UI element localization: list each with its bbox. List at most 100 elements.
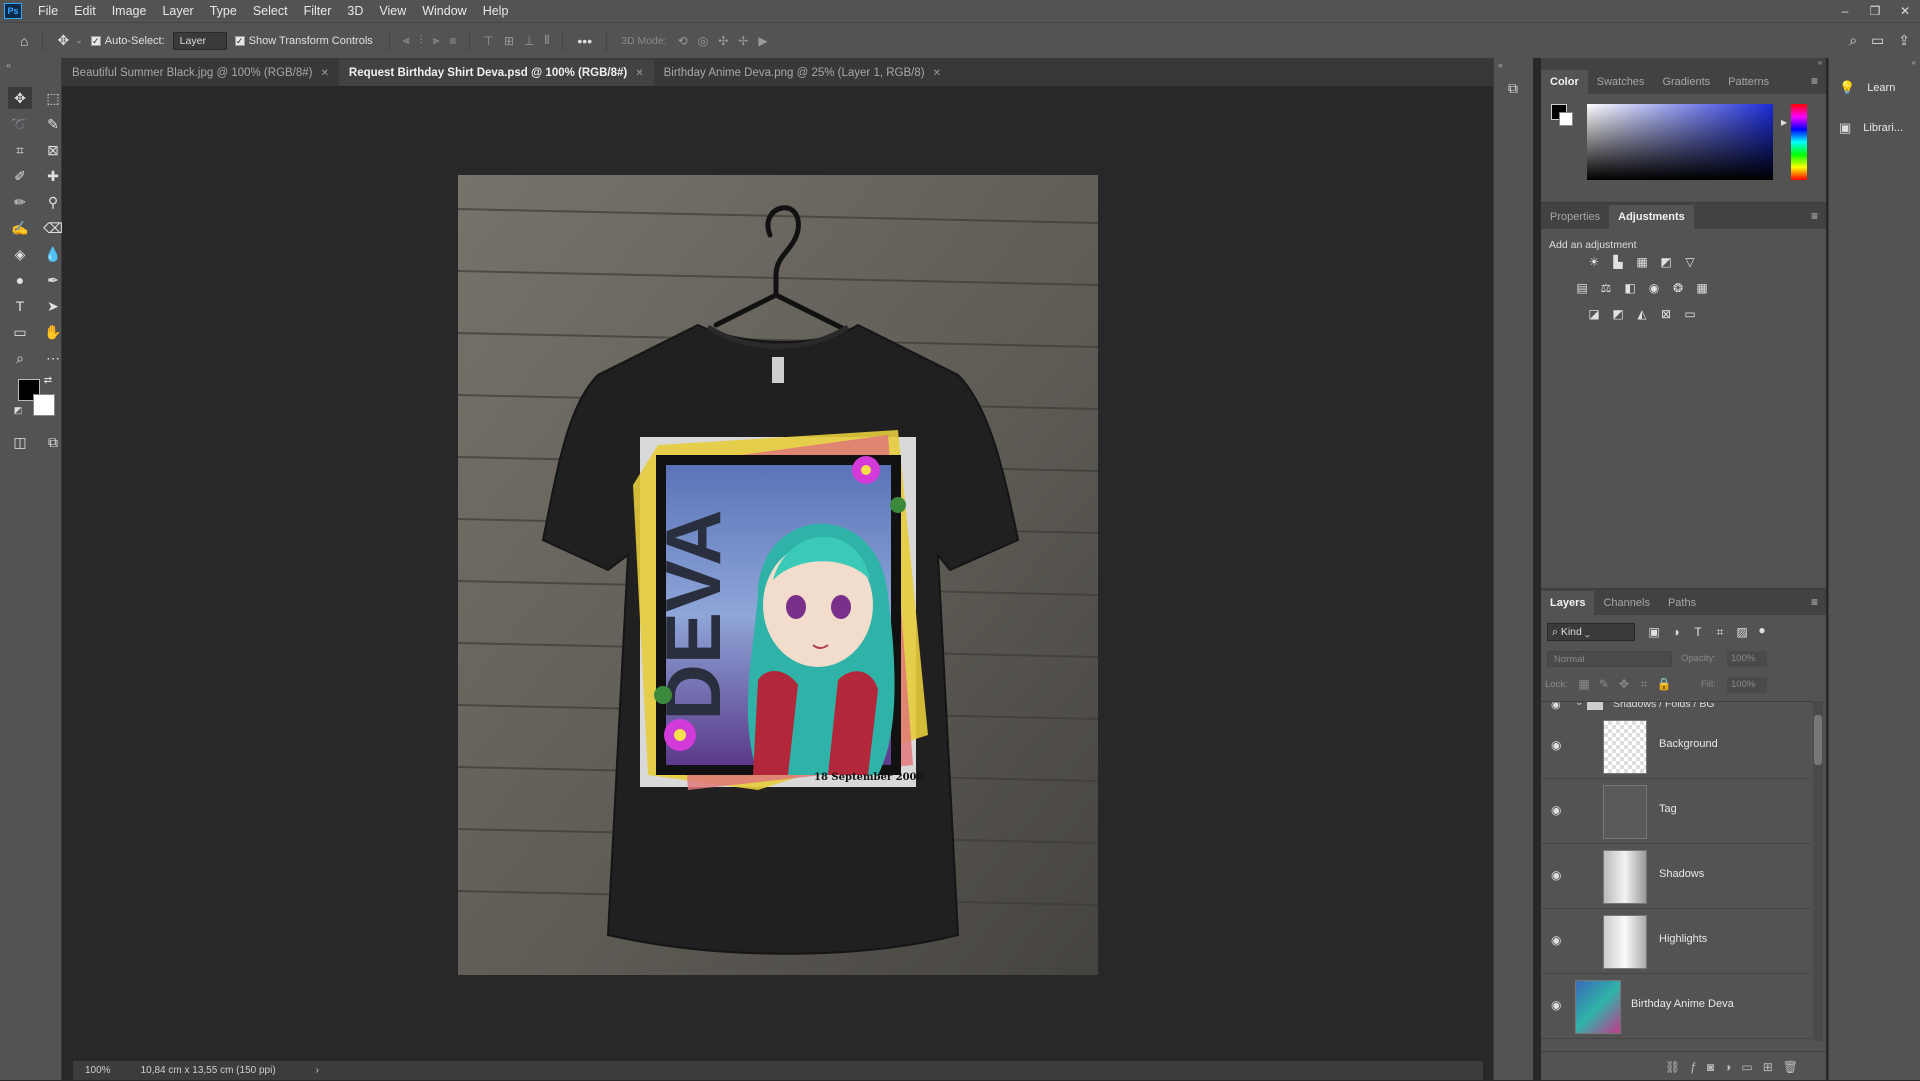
history-brush-tool-icon[interactable]: ✍: [8, 217, 32, 239]
panel-menu-icon[interactable]: ≡: [1811, 209, 1818, 223]
layer-row[interactable]: ◉ Highlights: [1541, 909, 1811, 974]
exposure-icon[interactable]: ◩: [1657, 255, 1675, 271]
close-window-icon[interactable]: ✕: [1890, 0, 1920, 22]
align-left-icon[interactable]: ⫷: [403, 33, 410, 48]
align-bottom-icon[interactable]: ⊥: [524, 34, 534, 48]
layers-scrollbar[interactable]: [1813, 701, 1823, 1041]
3d-slide-icon[interactable]: ✢: [738, 34, 748, 48]
tab-layers[interactable]: Layers: [1541, 591, 1595, 615]
eye-icon[interactable]: ◉: [1551, 998, 1561, 1012]
quick-select-tool-icon[interactable]: ✎: [41, 113, 65, 135]
blur-tool-icon[interactable]: 💧: [41, 243, 65, 265]
close-tab-icon[interactable]: ✕: [321, 68, 329, 79]
background-color-swatch[interactable]: [33, 394, 55, 416]
collapse-toolbar-icon[interactable]: «: [0, 58, 61, 72]
menu-select[interactable]: Select: [245, 0, 296, 22]
menu-help[interactable]: Help: [475, 0, 517, 22]
brightness-icon[interactable]: ☀: [1585, 255, 1603, 271]
more-tools-icon[interactable]: ⋯: [41, 347, 65, 369]
move-tool-icon[interactable]: ✥: [8, 87, 32, 109]
crop-tool-icon[interactable]: ⌗: [8, 139, 32, 161]
tab-properties[interactable]: Properties: [1541, 205, 1609, 229]
filter-toggle-icon[interactable]: ●: [1753, 623, 1771, 639]
curves-icon[interactable]: ▦: [1633, 255, 1651, 271]
tab-color[interactable]: Color: [1541, 70, 1588, 94]
pen-tool-icon[interactable]: ✒: [41, 269, 65, 291]
new-group-icon[interactable]: ▭: [1741, 1060, 1752, 1074]
color-balance-icon[interactable]: ⚖: [1597, 281, 1615, 297]
distribute-icon[interactable]: ≡: [449, 34, 456, 48]
filter-shape-icon[interactable]: ⌗: [1711, 625, 1729, 641]
layer-filter-kind[interactable]: ⌕ Kind ⌄: [1547, 623, 1635, 641]
color-bg-chip[interactable]: [1559, 112, 1573, 126]
layer-group-row[interactable]: ◉ ⌄ Shadows / Folds / BG: [1541, 702, 1811, 714]
black-white-icon[interactable]: ◧: [1621, 281, 1639, 297]
menu-3d[interactable]: 3D: [339, 0, 371, 22]
quick-mask-icon[interactable]: ◫: [8, 431, 32, 453]
vibrance-icon[interactable]: ▽: [1681, 255, 1699, 271]
doc-tab-birthday-anime[interactable]: Birthday Anime Deva.png @ 25% (Layer 1, …: [653, 60, 951, 86]
threshold-icon[interactable]: ◭: [1633, 307, 1651, 323]
tab-swatches[interactable]: Swatches: [1588, 70, 1654, 94]
auto-select-dropdown[interactable]: Layer: [172, 31, 227, 50]
tab-adjustments[interactable]: Adjustments: [1609, 205, 1694, 229]
fill-input[interactable]: 100%: [1727, 677, 1767, 693]
layer-row[interactable]: ◉ Birthday Anime Deva: [1541, 974, 1811, 1039]
new-adjustment-icon[interactable]: ◑: [1724, 1060, 1731, 1074]
tab-patterns[interactable]: Patterns: [1719, 70, 1778, 94]
lock-pixels-icon[interactable]: ✎: [1595, 677, 1613, 693]
menu-type[interactable]: Type: [202, 0, 245, 22]
panel-menu-icon[interactable]: ≡: [1811, 74, 1818, 88]
layer-style-icon[interactable]: ƒ: [1690, 1060, 1697, 1074]
eraser-tool-icon[interactable]: ⌫: [41, 217, 65, 239]
share-icon[interactable]: ⇪: [1898, 32, 1910, 49]
more-options-icon[interactable]: •••: [577, 33, 592, 49]
add-mask-icon[interactable]: ◙: [1707, 1060, 1714, 1074]
filter-pixel-icon[interactable]: ▣: [1645, 625, 1663, 641]
lock-artboard-icon[interactable]: ⌗: [1635, 677, 1653, 693]
hue-pointer-icon[interactable]: ▶: [1781, 118, 1787, 127]
align-right-icon[interactable]: ⫸: [433, 33, 440, 48]
scrollbar-thumb[interactable]: [1814, 715, 1822, 765]
document-canvas[interactable]: DEVA 18 September 2000: [458, 175, 1098, 975]
color-field[interactable]: [1587, 104, 1773, 180]
eyedropper-tool-icon[interactable]: ✐: [8, 165, 32, 187]
panel-menu-icon[interactable]: ≡: [1811, 595, 1818, 609]
channel-mixer-icon[interactable]: ❂: [1669, 281, 1687, 297]
close-tab-icon[interactable]: ✕: [933, 68, 941, 79]
status-expand-icon[interactable]: ›: [316, 1065, 319, 1076]
type-tool-icon[interactable]: T: [8, 295, 32, 317]
color-lookup-icon[interactable]: ▦: [1693, 281, 1711, 297]
zoom-tool-icon[interactable]: ⌕: [8, 347, 32, 369]
lock-transparent-icon[interactable]: ▦: [1575, 677, 1593, 693]
frame-tool-icon[interactable]: ⊠: [41, 139, 65, 161]
menu-file[interactable]: File: [30, 0, 66, 22]
photo-filter-icon[interactable]: ◉: [1645, 281, 1663, 297]
invert-icon[interactable]: ◪: [1585, 307, 1603, 323]
auto-select-checkbox[interactable]: ✓ Auto-Select:: [90, 35, 165, 47]
distribute-vertical-icon[interactable]: ⫴: [544, 33, 549, 48]
paint-bucket-tool-icon[interactable]: ◈: [8, 243, 32, 265]
show-transform-checkbox[interactable]: ✓ Show Transform Controls: [234, 35, 373, 47]
hue-slider[interactable]: [1791, 104, 1807, 180]
layer-row[interactable]: ◉ Tag: [1541, 779, 1811, 844]
layer-row[interactable]: ◉ Shadows: [1541, 844, 1811, 909]
opacity-input[interactable]: 100%: [1727, 651, 1767, 667]
gradient-map-icon[interactable]: ▭: [1681, 307, 1699, 323]
menu-filter[interactable]: Filter: [296, 0, 340, 22]
delete-layer-icon[interactable]: 🗑: [1783, 1060, 1798, 1074]
filter-type-icon[interactable]: T: [1689, 625, 1707, 641]
posterize-icon[interactable]: ◩: [1609, 307, 1627, 323]
eye-icon[interactable]: ◉: [1551, 803, 1561, 817]
link-layers-icon[interactable]: ⛓: [1665, 1060, 1680, 1074]
eye-icon[interactable]: ◉: [1551, 702, 1561, 711]
expand-panels-icon[interactable]: «: [1494, 58, 1533, 72]
workspace-icon[interactable]: ▭: [1871, 32, 1884, 49]
3d-pan-icon[interactable]: ✣: [718, 34, 728, 48]
eye-icon[interactable]: ◉: [1551, 868, 1561, 882]
chevron-down-icon[interactable]: ⌄: [1575, 702, 1583, 708]
brush-tool-icon[interactable]: ✏: [8, 191, 32, 213]
learn-button[interactable]: 💡 Learn: [1839, 80, 1895, 96]
stamp-tool-icon[interactable]: ⚲: [41, 191, 65, 213]
menu-layer[interactable]: Layer: [154, 0, 201, 22]
